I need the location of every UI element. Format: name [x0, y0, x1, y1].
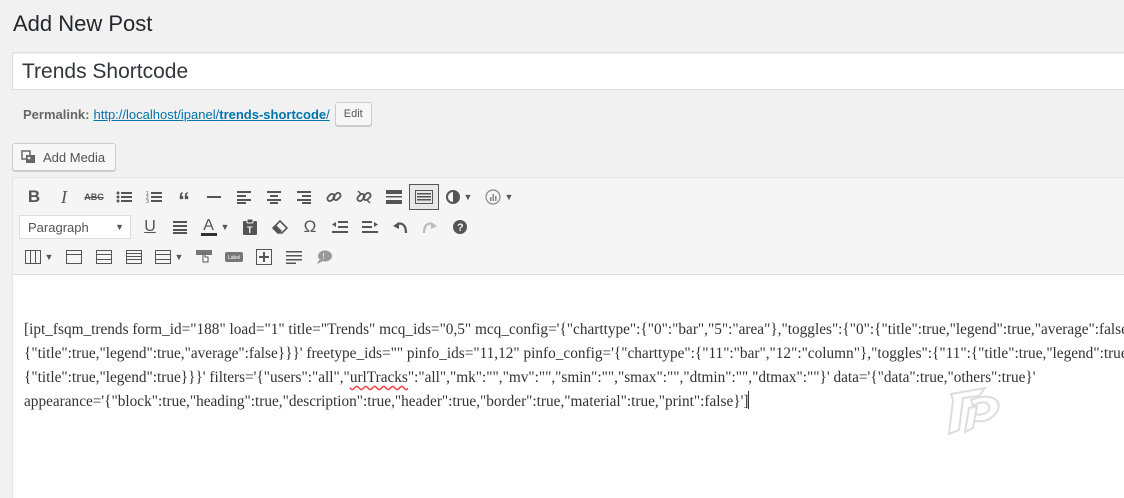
- table-icon[interactable]: ▼: [19, 244, 59, 270]
- chevron-down-icon: ▼: [220, 222, 230, 232]
- editor: B I ABC 123 “ ▼ ▼ Paragraph ▼ U A▼ T Ω: [12, 177, 1124, 498]
- indent-icon[interactable]: [355, 214, 385, 240]
- numbered-list-icon[interactable]: 123: [139, 184, 169, 210]
- italic-icon[interactable]: I: [49, 184, 79, 210]
- blockquote-icon[interactable]: “: [169, 184, 199, 214]
- text-color-icon[interactable]: A ▼: [195, 214, 235, 240]
- align-center-icon[interactable]: [259, 184, 289, 210]
- post-title-input[interactable]: Trends Shortcode: [12, 52, 1124, 90]
- outdent-icon[interactable]: [325, 214, 355, 240]
- page-title: Add New Post: [13, 11, 153, 36]
- format-select[interactable]: Paragraph ▼: [19, 215, 131, 239]
- insert-link-icon[interactable]: [319, 184, 349, 210]
- underline-icon[interactable]: U: [135, 214, 165, 240]
- spellcheck-word: urlTracks: [349, 369, 408, 386]
- add-media-icon: [21, 149, 37, 165]
- content-line: {"title":true,"legend":true,"average":fa…: [24, 345, 1124, 362]
- toolbar-row-1: B I ABC 123 “ ▼ ▼: [19, 182, 1124, 214]
- text-cursor: [748, 391, 750, 409]
- chart-icon[interactable]: ▼: [479, 184, 519, 210]
- hand-pointer-icon[interactable]: [189, 244, 219, 270]
- svg-text:Label: Label: [228, 255, 240, 261]
- bold-icon[interactable]: B: [19, 184, 49, 210]
- row3-icon[interactable]: [119, 244, 149, 270]
- clear-formatting-icon[interactable]: [265, 214, 295, 240]
- format-select-value: Paragraph: [28, 219, 89, 235]
- horizontal-line-icon[interactable]: [199, 184, 229, 210]
- bullet-list-icon[interactable]: [109, 184, 139, 210]
- row4-icon[interactable]: ▼: [149, 244, 189, 270]
- lines-icon[interactable]: [279, 244, 309, 270]
- chevron-down-icon: ▼: [174, 252, 184, 262]
- redo-icon[interactable]: [415, 214, 445, 240]
- row1-icon[interactable]: [59, 244, 89, 270]
- label-icon[interactable]: Label: [219, 244, 249, 270]
- row2-icon[interactable]: [89, 244, 119, 270]
- permalink-label: Permalink:: [23, 106, 90, 122]
- undo-icon[interactable]: [385, 214, 415, 240]
- svg-text:T: T: [247, 225, 253, 235]
- add-media-button[interactable]: Add Media: [12, 143, 117, 171]
- add-box-icon[interactable]: [249, 244, 279, 270]
- align-left-icon[interactable]: [229, 184, 259, 210]
- chevron-down-icon: ▼: [44, 252, 54, 262]
- help-icon[interactable]: ?: [445, 214, 475, 240]
- add-media-label: Add Media: [43, 149, 106, 165]
- toolbar-row-3: ▼ ▼ Label !: [19, 242, 1124, 272]
- watermark-logo: [945, 382, 1007, 438]
- comment-icon[interactable]: !: [309, 244, 339, 270]
- paste-text-icon[interactable]: T: [235, 214, 265, 240]
- omega-icon[interactable]: Ω: [295, 214, 325, 240]
- remove-link-icon[interactable]: [349, 184, 379, 210]
- justify-icon[interactable]: [165, 214, 195, 240]
- toolbar-toggle-icon[interactable]: [409, 184, 439, 210]
- chevron-down-icon: ▼: [115, 222, 124, 232]
- content-line: [ipt_fsqm_trends form_id="188" load="1" …: [24, 321, 1124, 338]
- align-right-icon[interactable]: [289, 184, 319, 210]
- contrast-icon[interactable]: ▼: [439, 184, 479, 210]
- permalink-bar: Permalink: http://localhost/ipanel/trend…: [23, 102, 372, 126]
- toolbar-row-2: Paragraph ▼ U A ▼ T Ω ?: [19, 212, 1124, 242]
- svg-text:?: ?: [457, 222, 464, 234]
- chevron-down-icon: ▼: [463, 192, 473, 202]
- chevron-down-icon: ▼: [504, 192, 514, 202]
- permalink-edit-button[interactable]: Edit: [334, 102, 372, 126]
- svg-text:!: !: [323, 252, 325, 261]
- permalink-link[interactable]: http://localhost/ipanel/trends-shortcode…: [93, 107, 329, 122]
- editor-toolbar: B I ABC 123 “ ▼ ▼ Paragraph ▼ U A▼ T Ω: [13, 178, 1124, 275]
- svg-text:3: 3: [146, 199, 149, 204]
- read-more-icon[interactable]: [379, 184, 409, 210]
- strikethrough-icon[interactable]: ABC: [79, 184, 109, 210]
